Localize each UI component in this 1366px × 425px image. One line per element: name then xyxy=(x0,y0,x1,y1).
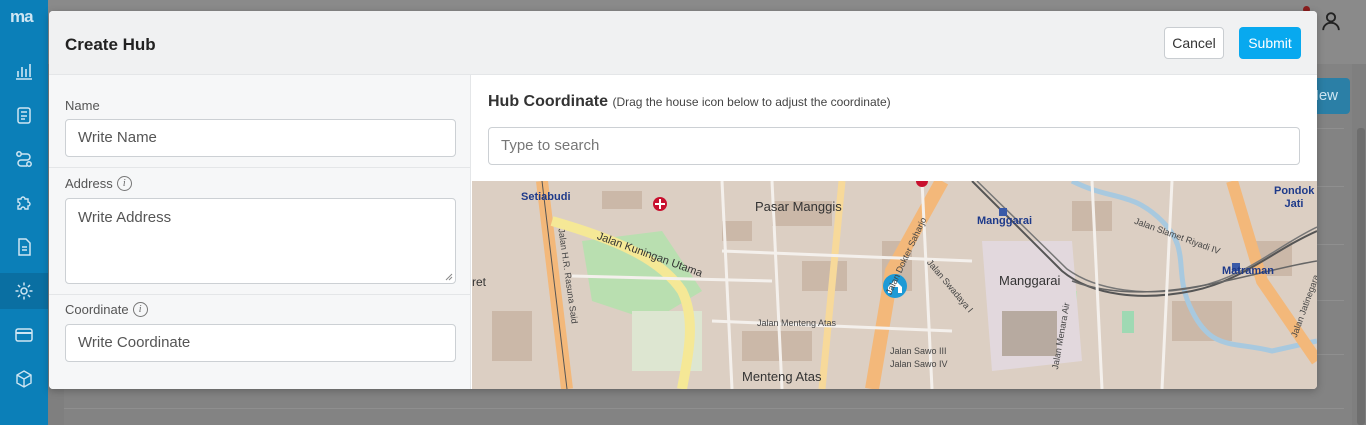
map-label-menteng-atas: Menteng Atas xyxy=(742,369,822,384)
document-icon xyxy=(18,238,31,256)
hub-coordinate-hint: (Drag the house icon below to adjust the… xyxy=(612,95,891,109)
clipboard-icon xyxy=(17,107,31,124)
map[interactable]: Setiabudi Pasar Manggis Manggarai Mangga… xyxy=(472,181,1317,389)
map-search-input[interactable]: Type to search xyxy=(488,127,1300,165)
chart-icon xyxy=(16,64,32,80)
coordinate-label: Coordinate i xyxy=(65,302,148,317)
info-icon[interactable]: i xyxy=(132,302,148,317)
modal-title: Create Hub xyxy=(65,35,156,54)
map-label-jalan-menteng-atas: Jalan Menteng Atas xyxy=(757,318,837,328)
create-hub-modal: Create Hub Cancel Submit Name Write Name… xyxy=(49,11,1317,389)
map-label-setiabudi: Setiabudi xyxy=(521,191,571,203)
map-label-jalan-sawo-iii: Jalan Sawo III xyxy=(890,346,947,356)
address-placeholder: Write Address xyxy=(78,209,172,226)
sidebar-item-documents[interactable] xyxy=(12,235,36,259)
map-label-manggarai-station: Manggarai xyxy=(977,215,1033,227)
table-divider xyxy=(64,408,1344,409)
sidebar-item-packages[interactable] xyxy=(12,367,36,391)
box-icon xyxy=(16,370,32,388)
sidebar-item-settings[interactable] xyxy=(12,279,36,303)
coordinate-input[interactable]: Write Coordinate xyxy=(65,324,456,362)
map-label-manggarai: Manggarai xyxy=(999,273,1061,288)
sidebar: ma xyxy=(0,0,48,425)
cancel-button[interactable]: Cancel xyxy=(1164,27,1224,59)
puzzle-icon xyxy=(17,196,31,210)
form-divider xyxy=(49,294,471,295)
hub-coordinate-title: Hub Coordinate (Drag the house icon belo… xyxy=(488,93,891,111)
form-divider xyxy=(49,167,471,168)
address-textarea[interactable]: Write Address xyxy=(65,198,456,284)
hub-coordinate-heading: Hub Coordinate xyxy=(488,93,608,110)
name-input[interactable]: Write Name xyxy=(65,119,456,157)
gear-icon xyxy=(15,282,33,300)
info-icon[interactable]: i xyxy=(116,176,132,191)
app-logo: ma xyxy=(10,7,34,26)
user-icon[interactable] xyxy=(1320,10,1342,32)
sidebar-item-integrations[interactable] xyxy=(12,191,36,215)
modal-header: Create Hub Cancel Submit xyxy=(49,11,1317,75)
card-icon xyxy=(15,328,33,342)
map-label-ret: ret xyxy=(472,275,487,289)
resize-grip-icon[interactable] xyxy=(445,273,453,281)
name-label: Name xyxy=(65,98,100,113)
sidebar-item-orders[interactable] xyxy=(12,103,36,127)
submit-button[interactable]: Submit xyxy=(1239,27,1301,59)
map-label-pondok-jati: Pondok Jati xyxy=(1274,185,1315,210)
map-label-pasar-manggis: Pasar Manggis xyxy=(755,199,842,214)
sidebar-item-routes[interactable] xyxy=(12,147,36,171)
route-icon xyxy=(16,151,32,167)
hub-form: Name Write Name Address i Write Address C… xyxy=(49,75,471,389)
address-label: Address i xyxy=(65,176,132,191)
sidebar-item-billing[interactable] xyxy=(12,323,36,347)
map-label-jalan-sawo-iv: Jalan Sawo IV xyxy=(890,359,948,369)
map-label-matraman: Matraman xyxy=(1222,265,1274,277)
scrollbar[interactable] xyxy=(1357,128,1365,425)
sidebar-item-analytics[interactable] xyxy=(12,59,36,83)
